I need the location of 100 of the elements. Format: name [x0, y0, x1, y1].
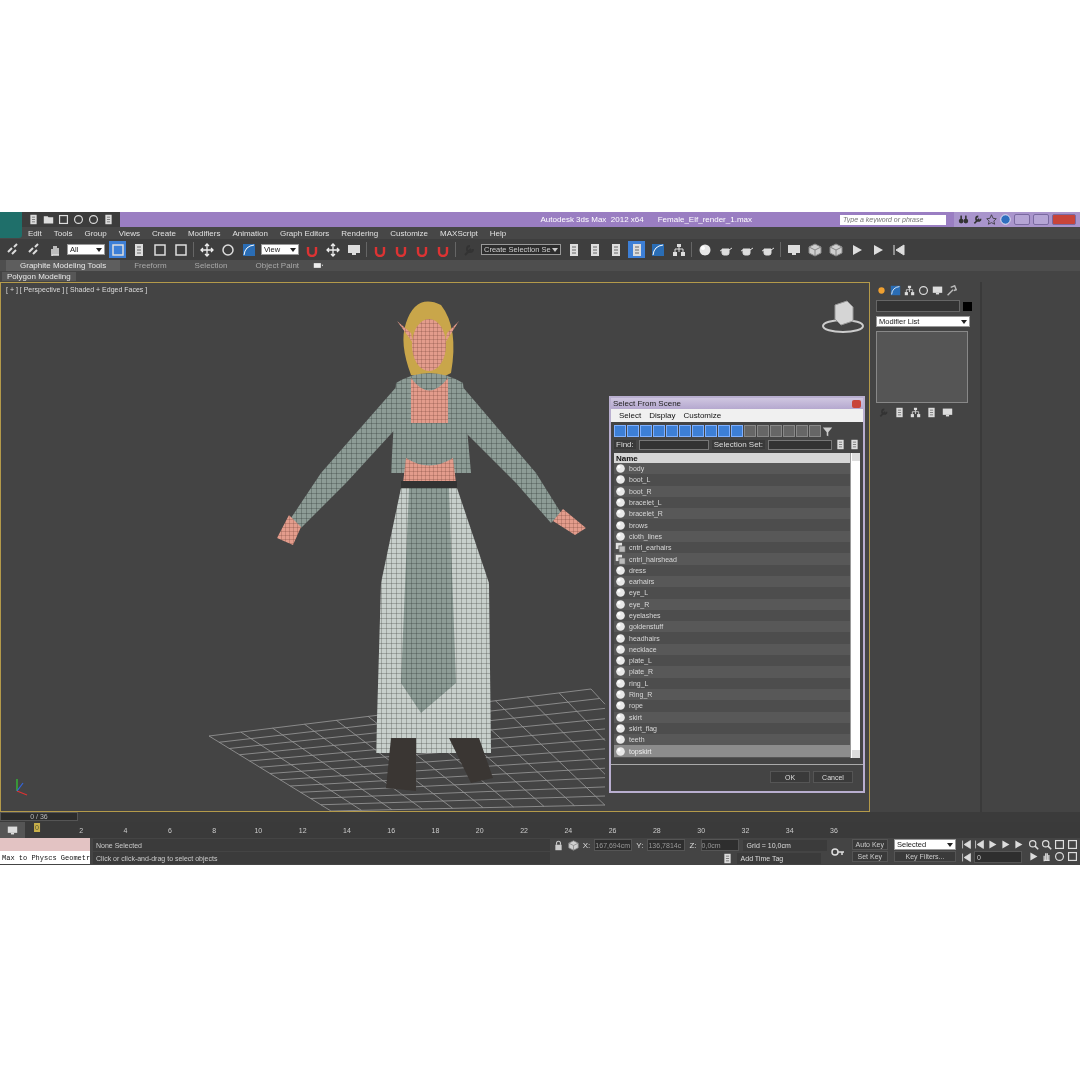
- menu-item[interactable]: Select: [619, 411, 642, 420]
- create-icon[interactable]: [876, 285, 887, 296]
- filter-toggle[interactable]: [718, 425, 730, 437]
- scrollbar[interactable]: [850, 453, 860, 758]
- doc-icon[interactable]: [835, 439, 846, 450]
- filter-toggle[interactable]: [705, 425, 717, 437]
- selection-set-dropdown[interactable]: [768, 439, 832, 450]
- hierarchy-icon[interactable]: [904, 285, 915, 296]
- go-to-start-icon[interactable]: [961, 839, 972, 850]
- color-swatch[interactable]: [963, 301, 972, 311]
- key-mode-icon[interactable]: [961, 851, 972, 863]
- menu-item[interactable]: Edit: [22, 228, 48, 238]
- fork-icon[interactable]: [910, 407, 921, 418]
- binoculars-icon[interactable]: [958, 214, 969, 225]
- sphere-icon: [615, 485, 626, 497]
- project-icon[interactable]: [103, 214, 114, 225]
- column-header[interactable]: Name: [614, 453, 850, 463]
- filter-toggle[interactable]: [653, 425, 665, 437]
- zoom-extents-icon[interactable]: [1054, 839, 1065, 850]
- pan-icon[interactable]: [1041, 851, 1052, 862]
- sphere-icon: [615, 632, 626, 644]
- menu-item[interactable]: Tools: [47, 228, 79, 238]
- zoom-extents-all-icon[interactable]: [1067, 839, 1078, 850]
- app-title: Autodesk 3ds Max 2012 x64: [540, 215, 644, 224]
- open-folder-icon[interactable]: [43, 214, 54, 225]
- star-icon[interactable]: [986, 214, 997, 225]
- caret-icon: [947, 842, 953, 847]
- window-crossing-icon[interactable]: [172, 241, 189, 258]
- menu-item[interactable]: Group: [78, 228, 113, 238]
- utilities-icon[interactable]: [946, 285, 957, 296]
- lock-icon[interactable]: [552, 839, 564, 851]
- time-tag-icon[interactable]: [721, 852, 733, 864]
- options-icon[interactable]: [313, 260, 325, 271]
- sphere-icon: [615, 576, 626, 588]
- menu-item[interactable]: Display: [649, 411, 676, 420]
- sphere-icon: [615, 508, 626, 520]
- transform-mode-icon[interactable]: [567, 839, 579, 851]
- move-icon[interactable]: [198, 241, 215, 258]
- maximize-viewport-icon[interactable]: [1067, 851, 1078, 862]
- menu-item[interactable]: Help: [483, 228, 513, 238]
- name-field[interactable]: [876, 300, 960, 312]
- rectangle-select-icon[interactable]: [151, 241, 168, 258]
- menu-item[interactable]: Modifiers: [181, 228, 227, 238]
- menu-item[interactable]: Rendering: [335, 228, 385, 238]
- panel-tab[interactable]: Polygon Modeling: [2, 272, 76, 281]
- orbit-icon[interactable]: [1054, 851, 1065, 862]
- bars-icon[interactable]: [894, 407, 905, 418]
- z-label: Z:: [689, 840, 697, 850]
- menu-item[interactable]: Customize: [683, 411, 722, 420]
- wrench-icon[interactable]: [972, 214, 983, 225]
- close-button[interactable]: [852, 399, 861, 408]
- sphere-icon: [615, 677, 626, 689]
- manipulate-icon[interactable]: [324, 241, 341, 258]
- configure-icon[interactable]: [942, 407, 953, 418]
- dialog-title: Select From Scene: [613, 399, 682, 408]
- selection-set-label: Selection Set:: [711, 440, 766, 449]
- ribbon-tab[interactable]: Graphite Modeling Tools: [6, 260, 121, 271]
- view-cube-icon[interactable]: [822, 300, 864, 333]
- previous-frame-icon[interactable]: [974, 839, 985, 850]
- sphere-icon: [615, 598, 626, 610]
- menu-item[interactable]: Views: [112, 228, 146, 238]
- new-file-icon[interactable]: [28, 214, 39, 225]
- modify-icon[interactable]: [890, 285, 901, 296]
- x-label: X:: [582, 840, 591, 850]
- filter-toggle[interactable]: [614, 425, 626, 437]
- zoom-icon[interactable]: [1028, 839, 1039, 850]
- filter-icon[interactable]: [822, 425, 833, 437]
- filter-toggle[interactable]: [692, 425, 704, 437]
- sphere-icon: [615, 700, 626, 712]
- filter-toggle[interactable]: [731, 425, 743, 437]
- sphere-icon: [615, 497, 626, 509]
- help-icon[interactable]: [1000, 214, 1011, 225]
- menu-item[interactable]: Customize: [384, 228, 435, 238]
- schematic-icon[interactable]: [670, 241, 687, 258]
- file-name: Female_Elf_render_1.max: [657, 215, 752, 224]
- go-to-end-icon[interactable]: [1013, 839, 1024, 850]
- filter-toggle[interactable]: [666, 425, 678, 437]
- filter-toggle[interactable]: [679, 425, 691, 437]
- group-icon: [615, 553, 626, 565]
- find-field[interactable]: [638, 439, 709, 450]
- scale-icon[interactable]: [240, 241, 257, 258]
- ribbon-tab[interactable]: Selection: [180, 260, 242, 271]
- sphere-icon: [615, 564, 626, 576]
- menu-item[interactable]: Animation: [226, 228, 274, 238]
- doc-icon[interactable]: [849, 439, 860, 450]
- menu-item[interactable]: MAXScript: [434, 228, 484, 238]
- menu-item[interactable]: Graph Editors: [273, 228, 336, 238]
- ribbon-tab[interactable]: Object Paint: [241, 260, 314, 271]
- group-icon: [615, 542, 626, 554]
- ribbon-tab[interactable]: Freeform: [120, 260, 181, 271]
- zoom-all-icon[interactable]: [1041, 839, 1052, 850]
- sphere-icon: [615, 689, 626, 701]
- rotate-icon[interactable]: [219, 241, 236, 258]
- cube-icon[interactable]: [806, 241, 823, 258]
- find-label: Find:: [614, 440, 636, 449]
- menu-item[interactable]: Create: [145, 228, 182, 238]
- filter-toggle[interactable]: [627, 425, 639, 437]
- filter-toggle[interactable]: [640, 425, 652, 437]
- display-icon[interactable]: [932, 285, 943, 296]
- listener-field[interactable]: [0, 838, 90, 851]
